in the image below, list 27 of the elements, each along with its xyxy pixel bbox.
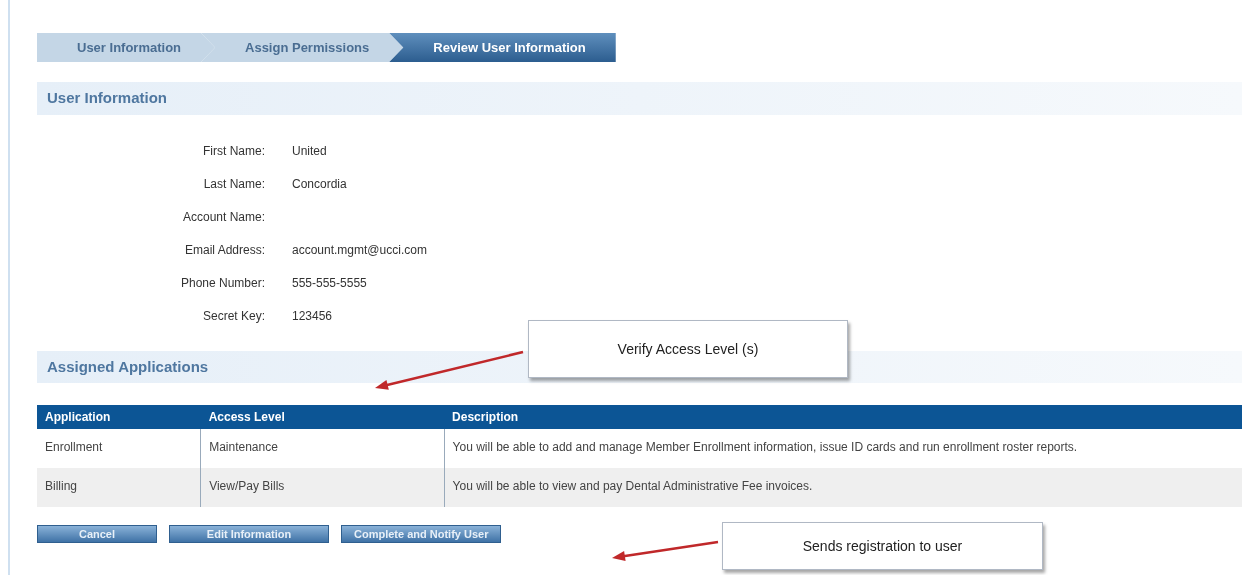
column-header: Description [444, 405, 1242, 429]
field-value: United [292, 142, 328, 160]
action-button[interactable]: Complete and Notify User [341, 525, 502, 543]
wizard-step[interactable]: Review User Information [389, 33, 616, 62]
field-value: 555-555-5555 [292, 274, 368, 292]
column-header: Application [37, 405, 201, 429]
field-label: Phone Number: [179, 274, 265, 292]
table-cell: Billing [37, 468, 201, 507]
field-value: account.mgmt@ucci.com [292, 241, 428, 259]
wizard-step[interactable]: User Information [37, 33, 215, 62]
field-value: 123456 [292, 307, 334, 325]
field-label: Account Name: [181, 208, 265, 226]
column-header: Access Level [200, 405, 445, 429]
field-label: Secret Key: [201, 307, 265, 325]
table-cell: View/Pay Bills [200, 468, 445, 507]
callout-box: Sends registration to user [722, 522, 1043, 570]
section-header: User Information [37, 82, 1242, 115]
field-label: First Name: [202, 142, 265, 160]
callout-box: Verify Access Level (s) [528, 320, 848, 378]
table-cell: You will be able to add and manage Member Enrollment information, issue ID cards and run enrollment roster reports. [444, 429, 1242, 468]
field-label: Email Address: [183, 241, 265, 259]
action-button[interactable]: Edit Information [169, 525, 329, 543]
field-label: Last Name: [202, 175, 265, 193]
action-button[interactable]: Cancel [37, 525, 157, 543]
field-value: Concordia [292, 175, 348, 193]
wizard-step[interactable]: Assign Permissions [201, 33, 404, 62]
table-cell: You will be able to view and pay Dental Administrative Fee invoices. [444, 468, 1242, 507]
